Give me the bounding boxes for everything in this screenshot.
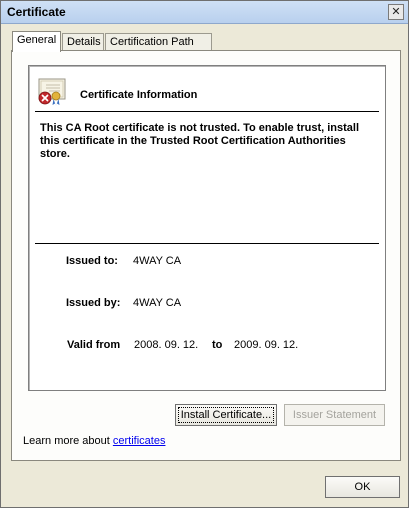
title-bar[interactable]: Certificate ✕	[1, 1, 408, 24]
valid-from-value: 2008. 09. 12.	[134, 339, 199, 351]
install-certificate-button[interactable]: Install Certificate...	[175, 404, 277, 426]
certificate-dialog: Certificate ✕ General Details Certificat…	[0, 0, 409, 508]
divider	[35, 111, 379, 112]
window-title: Certificate	[7, 5, 66, 19]
trust-warning-message: This CA Root certificate is not trusted.…	[40, 122, 360, 160]
general-tab-panel: Certificate Information This CA Root cer…	[11, 50, 401, 461]
learn-more: Learn more about certificates	[23, 435, 165, 447]
valid-from-label: Valid from	[67, 339, 121, 351]
issuer-statement-button[interactable]: Issuer Statement	[284, 404, 385, 426]
issued-by-value: 4WAY CA	[133, 297, 182, 309]
issued-to-value: 4WAY CA	[133, 255, 182, 267]
ok-button[interactable]: OK	[325, 476, 400, 498]
certificates-link[interactable]: certificates	[113, 435, 166, 447]
certificate-info-box: Certificate Information This CA Root cer…	[28, 65, 386, 391]
close-button[interactable]: ✕	[388, 4, 404, 20]
tab-details[interactable]: Details	[62, 33, 104, 51]
valid-to-label: to	[212, 339, 223, 351]
close-icon: ✕	[391, 5, 401, 18]
tab-certification-path[interactable]: Certification Path	[105, 33, 212, 51]
issued-to-label: Issued to:	[66, 255, 118, 267]
learn-more-prefix: Learn more about	[23, 435, 113, 447]
issued-by-label: Issued by:	[66, 297, 121, 309]
valid-to-value: 2009. 09. 12.	[234, 339, 299, 351]
tab-general[interactable]: General	[12, 31, 61, 52]
certificate-error-icon	[38, 78, 66, 106]
divider	[35, 243, 379, 244]
info-title: Certificate Information	[80, 89, 198, 101]
